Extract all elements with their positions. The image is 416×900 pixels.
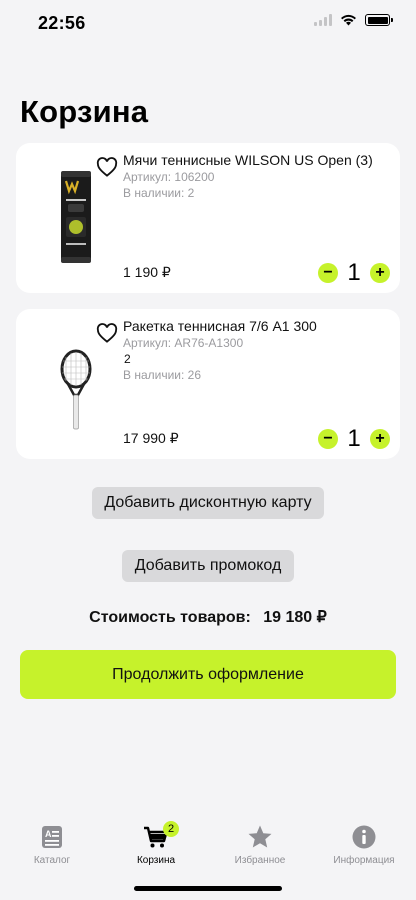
heart-icon[interactable] [96,323,118,343]
tab-cart[interactable]: 2 Корзина [104,820,208,870]
product-extra-value: 2 [124,352,131,366]
page-title: Корзина [20,94,149,129]
checkout-button[interactable]: Продолжить оформление [20,650,396,699]
total-summary: Стоимость товаров: 19 180 ₽ [0,607,416,627]
quantity-stepper[interactable]: − 1 + [318,425,390,453]
tab-info[interactable]: Информация [312,820,416,870]
catalog-icon: A [42,826,62,848]
cart-item-card[interactable]: Мячи теннисные WILSON US Open (3) Артику… [16,143,400,293]
status-bar: 22:56 [0,0,416,48]
svg-text:A: A [45,829,52,839]
decrease-quantity-button[interactable]: − [318,429,338,449]
status-time: 22:56 [38,13,86,33]
wifi-icon [341,14,356,26]
add-promo-code-button[interactable]: Добавить промокод [122,550,294,582]
quantity-value: 1 [347,259,361,286]
tennis-balls-can-image[interactable] [44,167,108,267]
cellular-signal-icon [314,14,332,26]
product-article: Артикул: 106200 [123,170,215,184]
product-article: Артикул: AR76-A1300 [123,336,244,350]
product-stock: В наличии: 26 [123,368,202,382]
tennis-racket-image[interactable] [44,341,108,441]
star-icon [248,825,272,848]
product-price: 17 990 ₽ [123,430,179,446]
tab-label: Информация [333,855,395,866]
increase-quantity-button[interactable]: + [370,429,390,449]
home-indicator[interactable] [134,886,282,891]
decrease-quantity-button[interactable]: − [318,263,338,283]
quantity-value: 1 [347,425,361,452]
product-stock: В наличии: 2 [123,186,195,200]
total-label: Стоимость товаров: [89,609,251,626]
cart-badge: 2 [163,821,179,837]
cart-item-card[interactable]: Ракетка теннисная 7/6 A1 300 Артикул: AR… [16,309,400,459]
add-discount-card-button[interactable]: Добавить дисконтную карту [92,487,324,519]
tab-catalog[interactable]: A Каталог [0,820,104,870]
product-price: 1 190 ₽ [123,264,171,280]
increase-quantity-button[interactable]: + [370,263,390,283]
battery-icon [365,14,393,26]
product-name[interactable]: Ракетка теннисная 7/6 A1 300 [123,318,317,334]
total-value: 19 180 ₽ [263,609,327,626]
tab-label: Избранное [234,855,286,866]
quantity-stepper[interactable]: − 1 + [318,259,390,287]
status-icons [314,14,393,26]
tab-favorites[interactable]: Избранное [208,820,312,870]
tab-bar: A Каталог 2 Корзина Избранное Информация [0,820,416,870]
product-name[interactable]: Мячи теннисные WILSON US Open (3) [123,152,373,168]
tab-label: Корзина [136,855,176,866]
tab-label: Каталог [33,855,71,866]
info-icon [352,825,376,849]
heart-icon[interactable] [96,157,118,177]
